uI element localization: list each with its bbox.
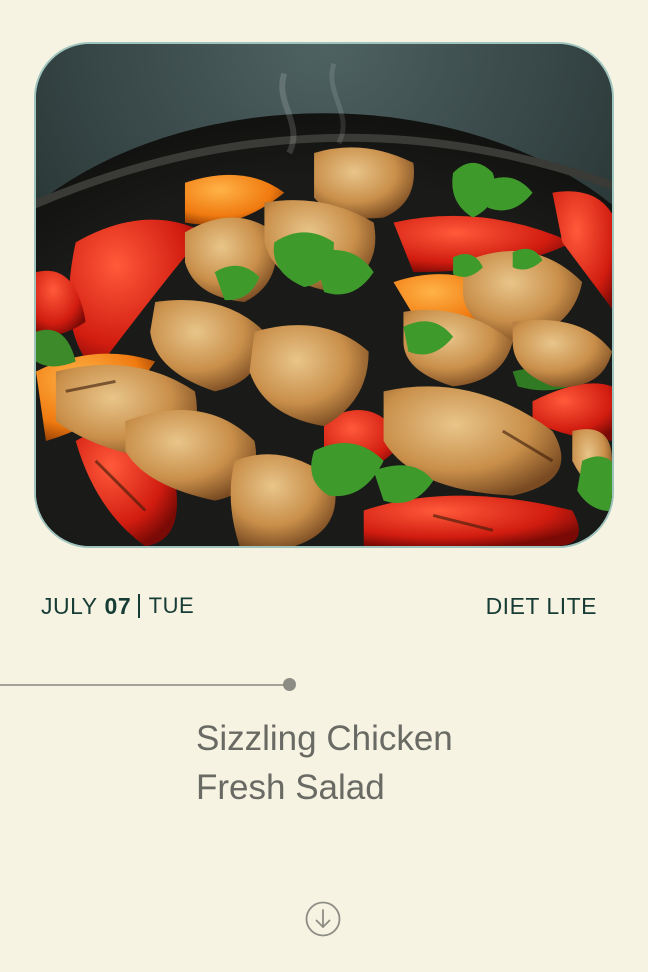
date-day: 07 (104, 592, 132, 619)
diet-type-label: DIET LITE (485, 592, 597, 619)
date-month: JULY (41, 592, 98, 619)
date-separator (138, 594, 140, 618)
meal-date: JULY 07 TUE (41, 590, 194, 622)
meal-title-line-2: Fresh Salad (196, 768, 385, 807)
timeline-dot (283, 678, 296, 691)
scroll-down-button[interactable] (305, 901, 341, 937)
meal-title-line-1: Sizzling Chicken (196, 719, 453, 758)
timeline-line (0, 684, 284, 686)
meal-hero-image (34, 42, 614, 548)
food-photo (36, 44, 612, 546)
meal-title: Sizzling Chicken Fresh Salad (196, 714, 453, 812)
date-weekday: TUE (148, 593, 195, 618)
arrow-down-circle-icon (305, 901, 341, 937)
